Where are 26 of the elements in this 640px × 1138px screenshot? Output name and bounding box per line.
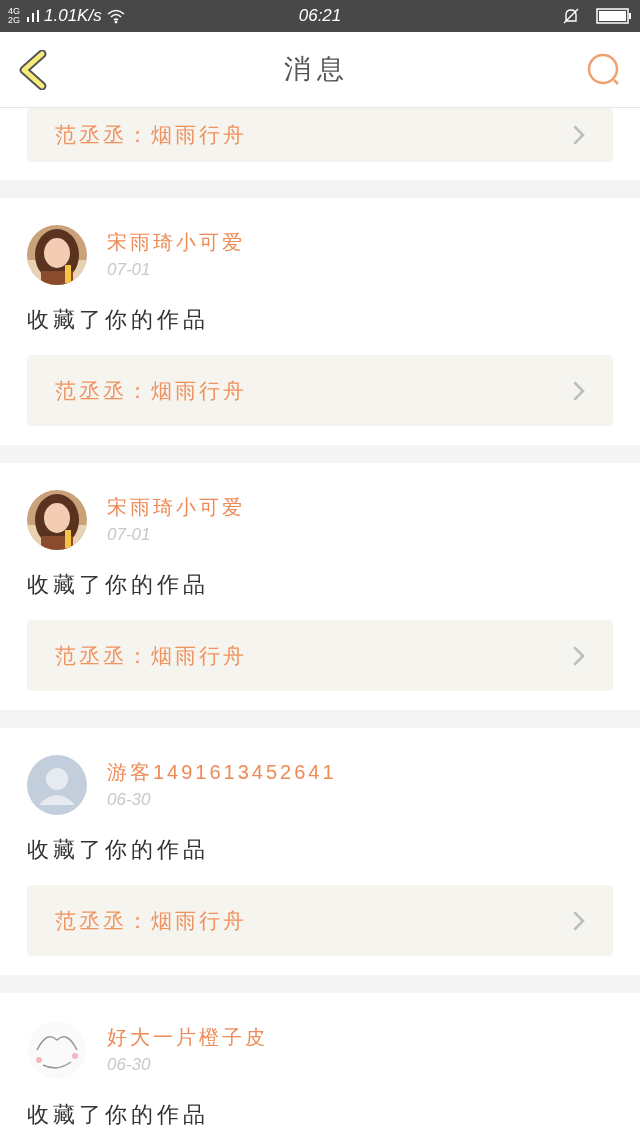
work-link[interactable]: 范丞丞：烟雨行舟 [27, 355, 613, 426]
message-text: 收藏了你的作品 [27, 836, 210, 864]
signal-icon [26, 9, 40, 23]
work-link[interactable]: 范丞丞：烟雨行舟 [27, 620, 613, 691]
muted-bell-icon [562, 7, 580, 25]
user-name[interactable]: 游客1491613452641 [107, 757, 337, 787]
chevron-right-icon [573, 380, 585, 401]
work-link[interactable]: 范丞丞：烟雨行舟 [27, 108, 613, 162]
battery-icon [596, 8, 632, 24]
chevron-right-icon [573, 910, 585, 931]
user-name[interactable]: 好大一片橙子皮 [107, 1022, 268, 1052]
work-link[interactable]: 范丞丞：烟雨行舟 [27, 885, 613, 956]
chevron-right-icon [573, 125, 585, 145]
user-name[interactable]: 宋雨琦小可爱 [107, 227, 245, 257]
message-text: 收藏了你的作品 [27, 571, 210, 599]
network-speed: 1.01K/s [44, 5, 102, 28]
user-name[interactable]: 宋雨琦小可爱 [107, 492, 245, 522]
page-title: 消息 [284, 53, 350, 87]
chevron-right-icon [573, 645, 585, 666]
message-text: 收藏了你的作品 [27, 1101, 210, 1129]
message-text: 收藏了你的作品 [27, 306, 210, 334]
wifi-icon [105, 8, 126, 24]
default-avatar-icon [27, 755, 87, 815]
back-button[interactable] [18, 49, 48, 90]
network-label: 4G 2G [8, 7, 21, 25]
clock: 06:21 [298, 5, 342, 28]
